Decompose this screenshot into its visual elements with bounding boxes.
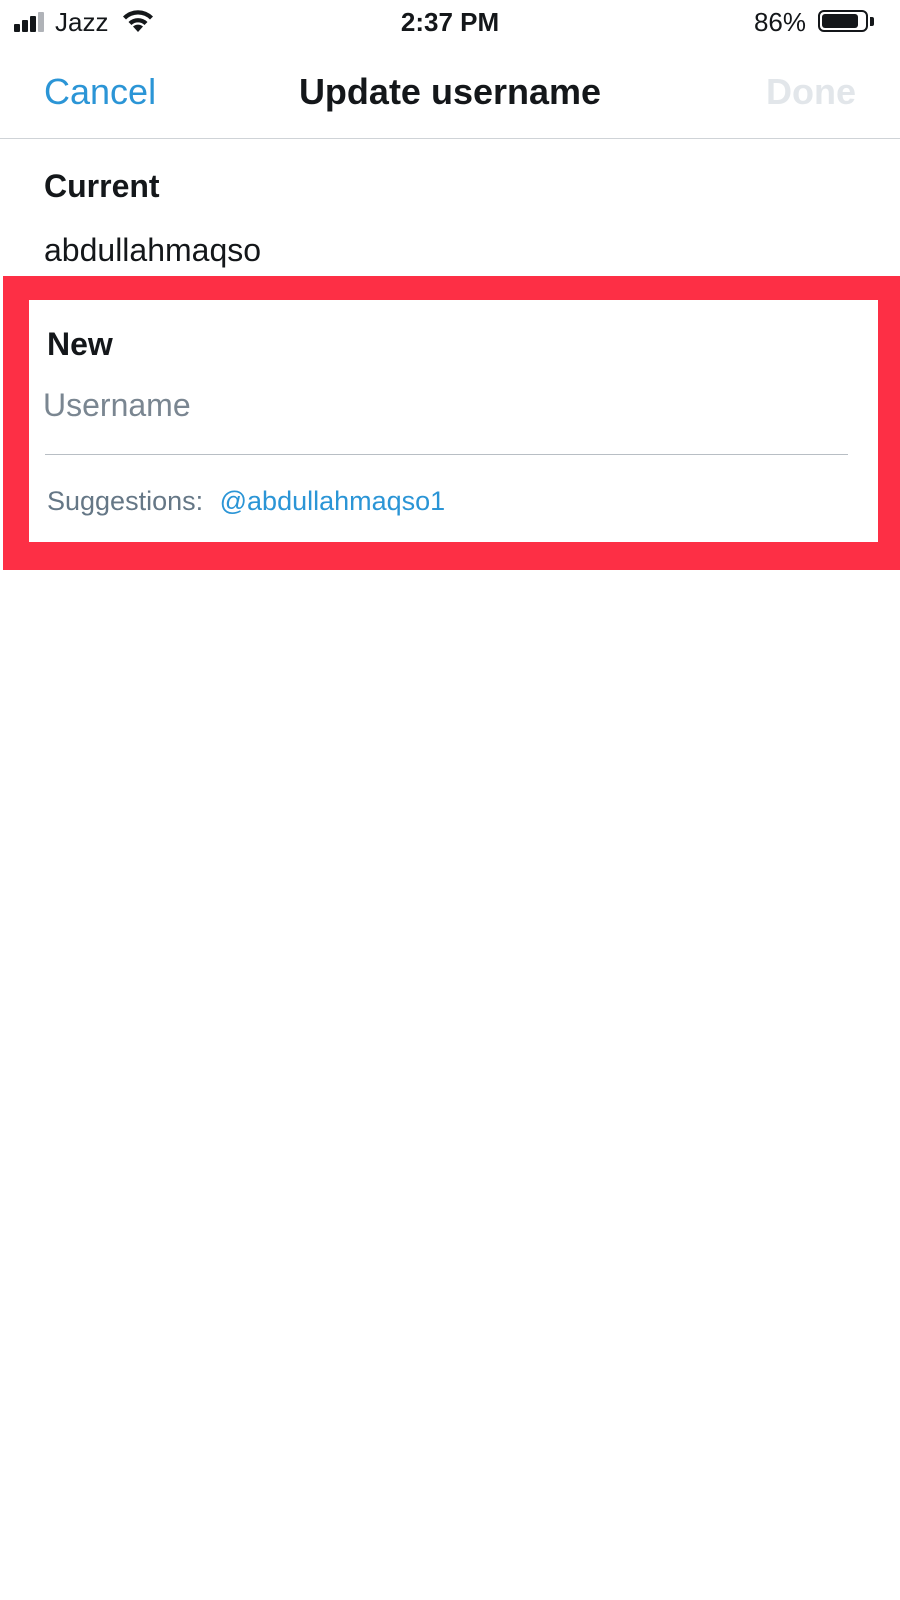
battery-nub: [870, 17, 874, 26]
current-username-value: abdullahmaqso: [44, 232, 262, 268]
battery-percentage: 86%: [753, 7, 806, 37]
battery-icon: [818, 10, 868, 32]
new-username-section: New Suggestions: @abdullahmaqso1: [29, 300, 878, 542]
suggested-username-link[interactable]: @abdullahmaqso1: [220, 486, 446, 516]
new-username-input[interactable]: [43, 380, 843, 430]
new-username-highlight: New Suggestions: @abdullahmaqso1: [3, 276, 900, 570]
current-username-label: Current: [44, 168, 160, 204]
done-button[interactable]: Done: [766, 70, 856, 114]
navigation-bar: Cancel Update username Done: [0, 46, 900, 139]
status-bar: Jazz 2:37 PM 86%: [0, 0, 900, 46]
page-title: Update username: [298, 71, 602, 112]
suggestions-row: Suggestions: @abdullahmaqso1: [47, 484, 445, 518]
battery-level-fill: [822, 14, 858, 28]
new-username-label: New: [47, 326, 113, 362]
input-underline: [45, 454, 848, 455]
suggestions-label: Suggestions:: [47, 486, 204, 516]
